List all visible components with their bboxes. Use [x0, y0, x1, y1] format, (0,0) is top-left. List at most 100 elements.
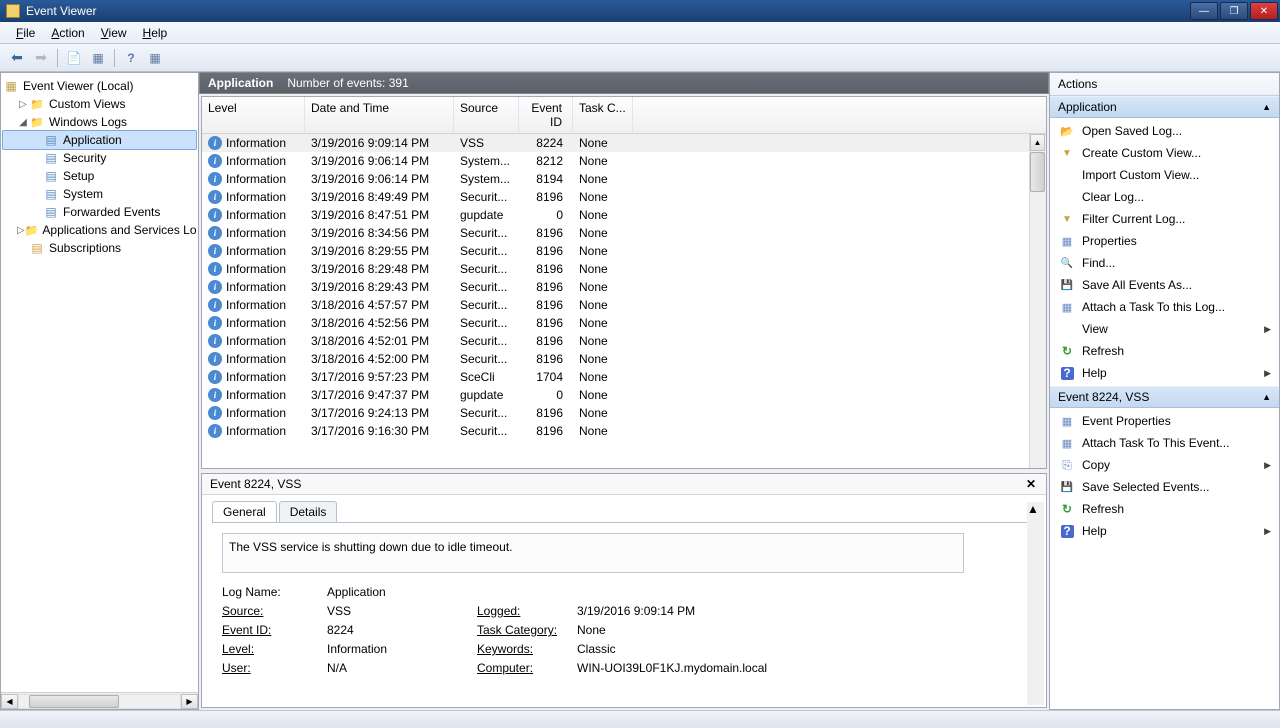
- tree-security[interactable]: Security: [3, 149, 196, 167]
- help-button[interactable]: [120, 47, 142, 69]
- table-row[interactable]: iInformation3/19/2016 8:29:55 PMSecurit.…: [202, 242, 1046, 260]
- table-row[interactable]: iInformation3/18/2016 4:57:57 PMSecurit.…: [202, 296, 1046, 314]
- scroll-left-button[interactable]: ◀: [1, 694, 18, 709]
- tab-general[interactable]: General: [212, 501, 277, 522]
- action-refresh[interactable]: Refresh: [1050, 498, 1279, 520]
- minimize-button[interactable]: —: [1190, 2, 1218, 20]
- table-row[interactable]: iInformation3/17/2016 9:16:30 PMSecurit.…: [202, 422, 1046, 440]
- menu-action[interactable]: Action: [43, 24, 92, 42]
- tree-hscrollbar[interactable]: ◀ ▶: [1, 692, 198, 709]
- menu-file[interactable]: File: [8, 24, 43, 42]
- col-level[interactable]: Level: [202, 97, 305, 133]
- action-refresh[interactable]: Refresh: [1050, 340, 1279, 362]
- table-row[interactable]: iInformation3/17/2016 9:24:13 PMSecurit.…: [202, 404, 1046, 422]
- tree-setup[interactable]: Setup: [3, 167, 196, 185]
- actions-list-application: Open Saved Log...Create Custom View...Im…: [1050, 118, 1279, 386]
- col-source[interactable]: Source: [454, 97, 519, 133]
- tab-details[interactable]: Details: [279, 501, 338, 522]
- collapse-icon[interactable]: ◢: [17, 117, 29, 128]
- center-pane: Application Number of events: 391 Level …: [199, 72, 1049, 710]
- actions-section-event[interactable]: Event 8224, VSS▲: [1050, 386, 1279, 408]
- action-label: Clear Log...: [1082, 190, 1271, 204]
- action-attach-a-task-to-this-log[interactable]: Attach a Task To this Log...: [1050, 296, 1279, 318]
- tree-application[interactable]: Application: [2, 130, 197, 150]
- tree-root[interactable]: Event Viewer (Local): [3, 77, 196, 95]
- action-icon: [1058, 523, 1076, 539]
- tree-applications-services[interactable]: ▷Applications and Services Lo: [3, 221, 196, 239]
- table-row[interactable]: iInformation3/17/2016 9:47:37 PMgupdate0…: [202, 386, 1046, 404]
- action-create-custom-view[interactable]: Create Custom View...: [1050, 142, 1279, 164]
- scroll-track[interactable]: [18, 694, 181, 709]
- tree-windows-logs[interactable]: ◢Windows Logs: [3, 113, 196, 131]
- expand-icon[interactable]: ▷: [17, 99, 29, 110]
- table-row[interactable]: iInformation3/18/2016 4:52:01 PMSecurit.…: [202, 332, 1046, 350]
- tree-custom-views[interactable]: ▷Custom Views: [3, 95, 196, 113]
- tree-subscriptions[interactable]: Subscriptions: [3, 239, 196, 257]
- cell-eventid: 0: [519, 207, 573, 223]
- table-row[interactable]: iInformation3/18/2016 4:52:56 PMSecurit.…: [202, 314, 1046, 332]
- properties-button[interactable]: [87, 47, 109, 69]
- scroll-right-button[interactable]: ▶: [181, 694, 198, 709]
- statusbar: [0, 710, 1280, 728]
- col-taskcat[interactable]: Task C...: [573, 97, 633, 133]
- table-row[interactable]: iInformation3/19/2016 9:06:14 PMSystem..…: [202, 152, 1046, 170]
- table-row[interactable]: iInformation3/19/2016 9:06:14 PMSystem..…: [202, 170, 1046, 188]
- main-area: Event Viewer (Local) ▷Custom Views ◢Wind…: [0, 72, 1280, 710]
- close-button[interactable]: ✕: [1250, 2, 1278, 20]
- detail-vscrollbar[interactable]: ▲: [1027, 502, 1044, 705]
- cell-level: Information: [226, 154, 286, 168]
- table-row[interactable]: iInformation3/19/2016 9:09:14 PMVSS8224N…: [202, 134, 1046, 152]
- action-import-custom-view[interactable]: Import Custom View...: [1050, 164, 1279, 186]
- action-clear-log[interactable]: Clear Log...: [1050, 186, 1279, 208]
- table-row[interactable]: iInformation3/18/2016 4:52:00 PMSecurit.…: [202, 350, 1046, 368]
- action-properties[interactable]: Properties: [1050, 230, 1279, 252]
- forward-button[interactable]: [30, 47, 52, 69]
- table-row[interactable]: iInformation3/19/2016 8:34:56 PMSecurit.…: [202, 224, 1046, 242]
- action-save-selected-events[interactable]: Save Selected Events...: [1050, 476, 1279, 498]
- action-label: Event Properties: [1082, 414, 1271, 428]
- table-row[interactable]: iInformation3/19/2016 8:49:49 PMSecurit.…: [202, 188, 1046, 206]
- tree-forwarded[interactable]: Forwarded Events: [3, 203, 196, 221]
- action-view[interactable]: View▶: [1050, 318, 1279, 340]
- table-vscrollbar[interactable]: ▲: [1029, 134, 1046, 468]
- scroll-up-button[interactable]: ▲: [1030, 134, 1045, 151]
- maximize-button[interactable]: ❐: [1220, 2, 1248, 20]
- detail-panel: Event 8224, VSS ✕ General Details The VS…: [201, 473, 1047, 708]
- scroll-thumb[interactable]: [1030, 152, 1045, 192]
- menu-view[interactable]: View: [93, 24, 135, 42]
- action-icon: [1058, 435, 1076, 451]
- scroll-up-button[interactable]: ▲: [1027, 502, 1044, 516]
- action-save-all-events-as[interactable]: Save All Events As...: [1050, 274, 1279, 296]
- view-button[interactable]: [144, 47, 166, 69]
- cell-source: Securit...: [454, 297, 519, 313]
- action-attach-task-to-this-event[interactable]: Attach Task To This Event...: [1050, 432, 1279, 454]
- cell-source: gupdate: [454, 207, 519, 223]
- tree-system[interactable]: System: [3, 185, 196, 203]
- action-event-properties[interactable]: Event Properties: [1050, 410, 1279, 432]
- tree-label: Setup: [63, 169, 94, 183]
- action-find[interactable]: Find...: [1050, 252, 1279, 274]
- back-button[interactable]: [6, 47, 28, 69]
- table-row[interactable]: iInformation3/19/2016 8:47:51 PMgupdate0…: [202, 206, 1046, 224]
- action-copy[interactable]: Copy▶: [1050, 454, 1279, 476]
- table-row[interactable]: iInformation3/19/2016 8:29:48 PMSecurit.…: [202, 260, 1046, 278]
- col-date[interactable]: Date and Time: [305, 97, 454, 133]
- col-eventid[interactable]: Event ID: [519, 97, 573, 133]
- action-icon: [1058, 299, 1076, 315]
- action-help[interactable]: Help▶: [1050, 362, 1279, 384]
- detail-close-button[interactable]: ✕: [1024, 477, 1038, 491]
- action-help[interactable]: Help▶: [1050, 520, 1279, 542]
- table-row[interactable]: iInformation3/19/2016 8:29:43 PMSecurit.…: [202, 278, 1046, 296]
- action-icon: [1058, 255, 1076, 271]
- table-row[interactable]: iInformation3/17/2016 9:57:23 PMSceCli17…: [202, 368, 1046, 386]
- action-open-saved-log[interactable]: Open Saved Log...: [1050, 120, 1279, 142]
- expand-icon[interactable]: ▷: [17, 225, 25, 236]
- menu-help[interactable]: Help: [135, 24, 176, 42]
- scroll-thumb[interactable]: [29, 695, 119, 708]
- show-hide-tree-button[interactable]: [63, 47, 85, 69]
- cell-date: 3/17/2016 9:47:37 PM: [305, 387, 454, 403]
- action-filter-current-log[interactable]: Filter Current Log...: [1050, 208, 1279, 230]
- actions-section-application[interactable]: Application▲: [1050, 96, 1279, 118]
- label-logname: Log Name:: [222, 585, 327, 599]
- info-icon: i: [208, 334, 222, 348]
